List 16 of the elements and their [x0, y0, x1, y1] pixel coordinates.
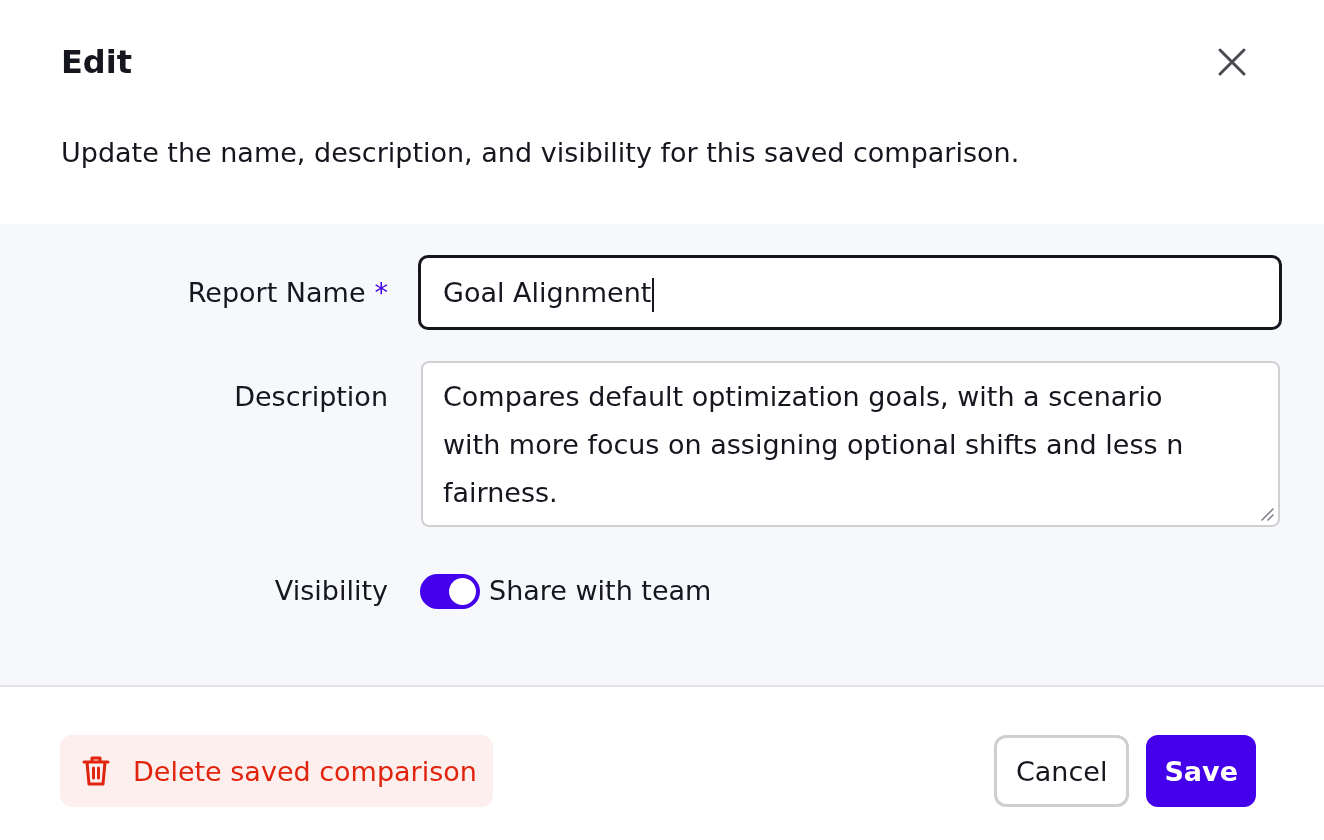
- resize-grip-icon[interactable]: [1260, 507, 1274, 521]
- field-label: Report Name: [187, 276, 366, 308]
- save-button[interactable]: Save: [1146, 735, 1256, 807]
- cancel-button[interactable]: Cancel: [993, 735, 1130, 807]
- required-asterisk: *: [374, 276, 388, 308]
- field-label: Description: [234, 381, 388, 412]
- delete-button[interactable]: Delete saved comparison: [60, 735, 493, 807]
- close-icon[interactable]: [1217, 47, 1247, 77]
- dialog-title: Edit: [61, 42, 133, 83]
- field-label: Visibility: [274, 575, 388, 606]
- text-input[interactable]: Goal Alignment: [418, 255, 1282, 330]
- dialog-description: Update the name, description, and visibility for this saved comparison.: [61, 136, 1021, 170]
- toggle-switch[interactable]: [420, 573, 480, 609]
- textarea[interactable]: Compares default optimization goals, with a scenario with more focus on assigning optional shifts and less n fairness.: [421, 361, 1280, 527]
- toggle-label: Share with team: [489, 574, 712, 608]
- trash-icon: [82, 755, 110, 787]
